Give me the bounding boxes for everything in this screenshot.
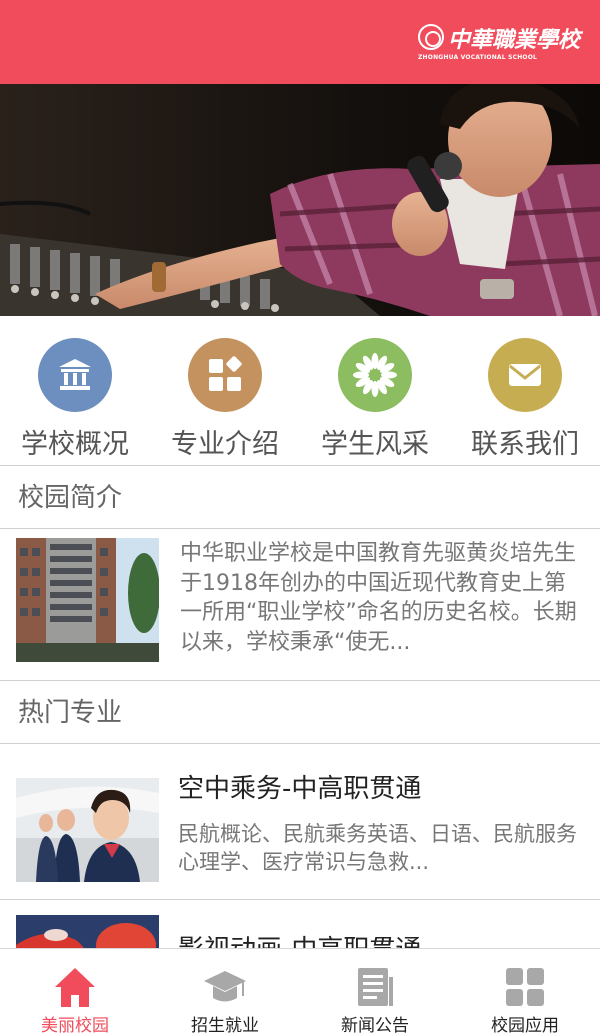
nav-item-student-style[interactable]: 学生风采: [300, 316, 450, 466]
tab-label: 美丽校园: [41, 1016, 109, 1033]
tab-beautiful-campus[interactable]: 美丽校园: [0, 949, 150, 1033]
campus-intro-text: 中华职业学校是中国教育先驱黄炎培先生于1918年创办的中国近现代教育史上第一所用…: [180, 541, 577, 655]
tab-campus-apps[interactable]: 校园应用: [450, 949, 600, 1033]
graduation-cap-icon: [204, 971, 246, 1002]
tab-label: 新闻公告: [341, 1016, 409, 1033]
quick-nav: 学校概况 专业介绍 学生风采 联系我们: [0, 316, 600, 466]
bottom-tab-bar: 美丽校园 招生就业 新闻公告 校园应用: [0, 948, 600, 1033]
hero-banner-image[interactable]: [0, 84, 600, 316]
nav-label: 专业介绍: [171, 429, 279, 460]
tab-news-announcements[interactable]: 新闻公告: [300, 949, 450, 1033]
section-title-campus-intro: 校园简介: [0, 467, 600, 529]
apps-icon: [188, 338, 262, 412]
major-list-item[interactable]: 空中乘务-中高职贯通 民航概论、民航乘务英语、日语、民航服务心理学、医疗常识与急…: [0, 740, 600, 900]
campus-building-image: [16, 538, 159, 662]
major-title: 空中乘务-中高职贯通: [178, 774, 422, 804]
flower-icon: [338, 338, 412, 412]
logo-english-text: ZHONGHUA VOCATIONAL SCHOOL: [418, 54, 538, 61]
nav-item-school-overview[interactable]: 学校概况: [0, 316, 150, 466]
tab-admissions-employment[interactable]: 招生就业: [150, 949, 300, 1033]
nav-label: 学校概况: [21, 429, 129, 460]
flight-attendant-image: [16, 778, 159, 882]
app-header: 中華職業學校 ZHONGHUA VOCATIONAL SCHOOL: [0, 0, 600, 84]
home-icon: [55, 968, 95, 1007]
logo-chinese-text: 中華職業學校: [448, 27, 581, 53]
nav-label: 学生风采: [321, 429, 429, 460]
news-icon: [358, 968, 393, 1006]
building-icon: [38, 338, 112, 412]
nav-item-majors[interactable]: 专业介绍: [150, 316, 300, 466]
school-seal-icon: [418, 24, 444, 50]
major-description: 民航概论、民航乘务英语、日语、民航服务心理学、医疗常识与急救...: [178, 822, 577, 874]
nav-item-contact-us[interactable]: 联系我们: [450, 316, 600, 466]
mail-icon: [488, 338, 562, 412]
tab-label: 校园应用: [491, 1016, 559, 1033]
nav-label: 联系我们: [471, 429, 579, 460]
campus-intro-card[interactable]: 中华职业学校是中国教育先驱黄炎培先生于1918年创办的中国近现代教育史上第一所用…: [0, 529, 600, 681]
grid-icon: [506, 968, 544, 1006]
school-logo: 中華職業學校 ZHONGHUA VOCATIONAL SCHOOL: [418, 22, 580, 64]
section-title-popular-majors: 热门专业: [0, 682, 600, 744]
tab-label: 招生就业: [191, 1016, 259, 1033]
